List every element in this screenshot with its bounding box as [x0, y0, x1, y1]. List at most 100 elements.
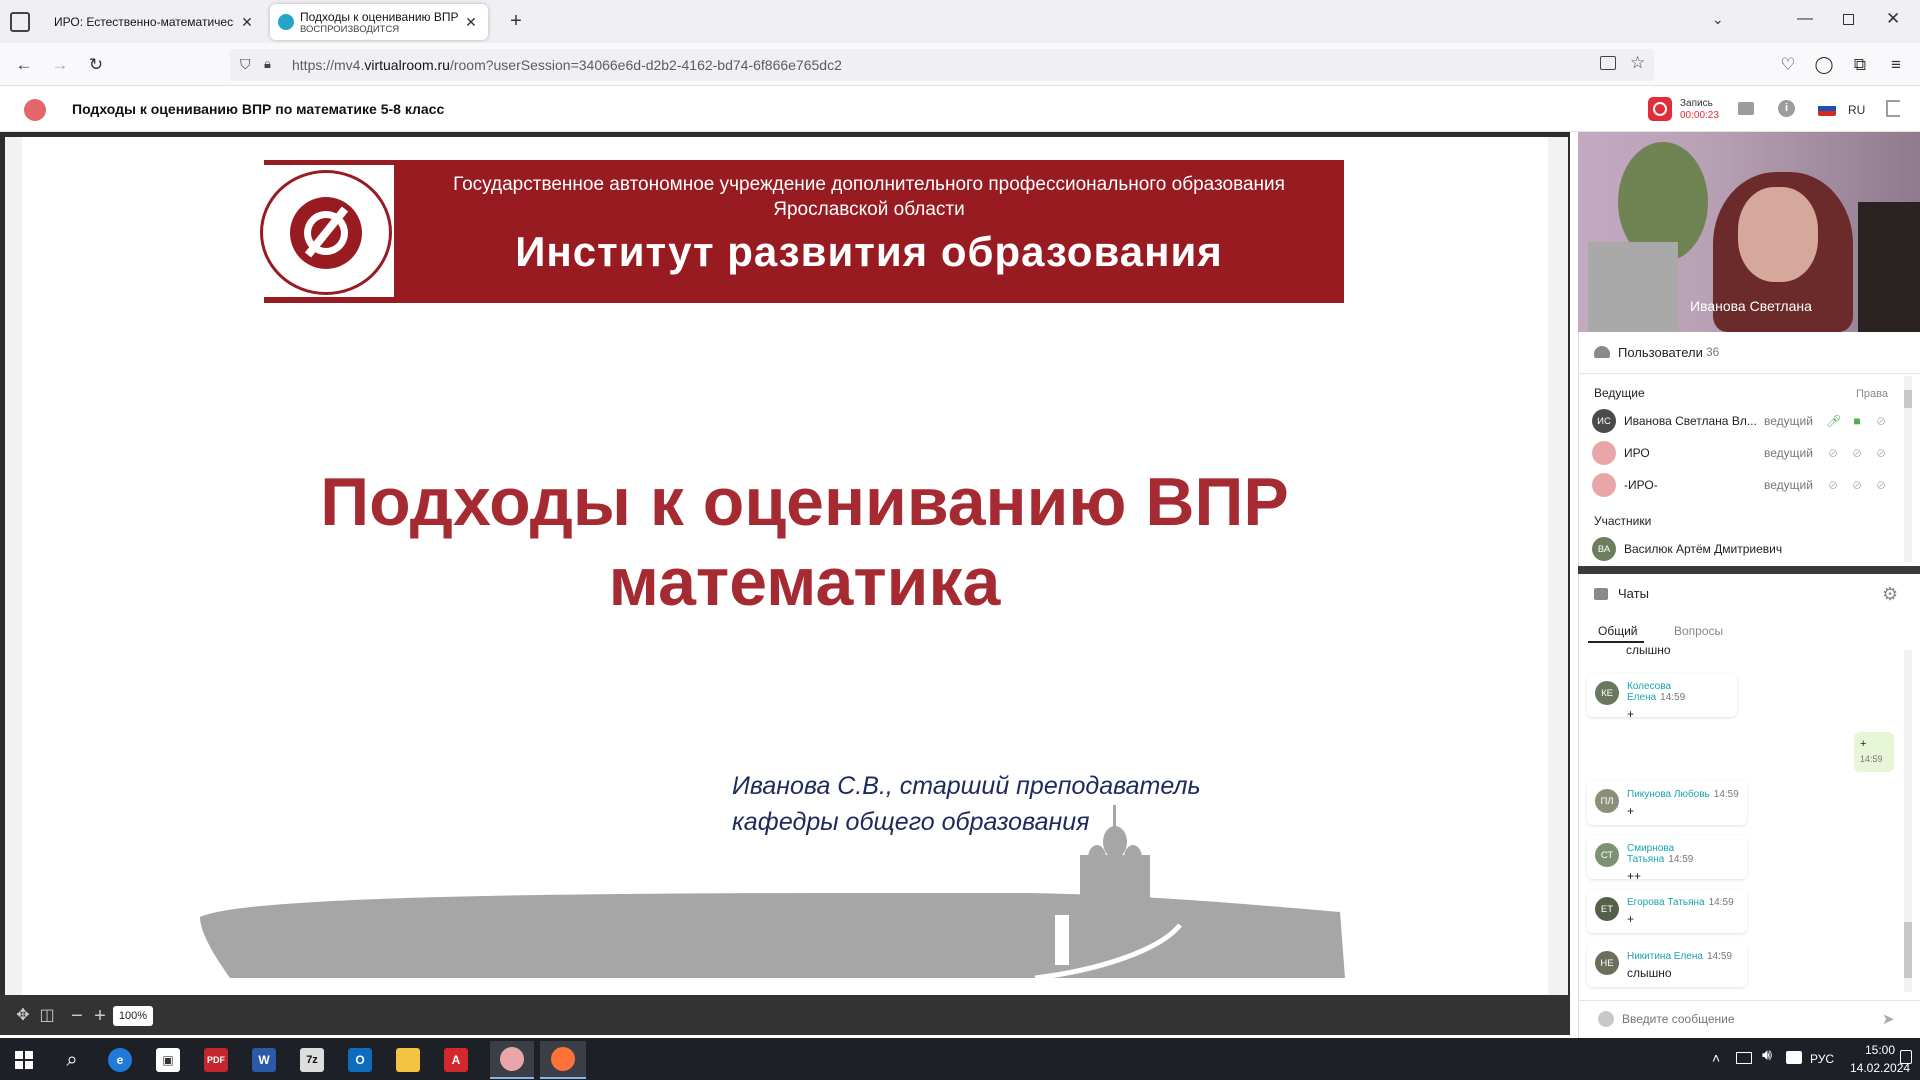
participant-row[interactable]: ВА Василюк Артём Дмитриевич: [1592, 534, 1912, 564]
emoji-icon[interactable]: [1598, 1011, 1614, 1027]
notification-icon[interactable]: [1900, 1050, 1912, 1064]
record-label: Запись: [1680, 98, 1713, 109]
screen-share-off-icon[interactable]: ⊘: [1874, 478, 1888, 492]
new-tab-icon[interactable]: +: [505, 10, 527, 32]
chat-input[interactable]: [1622, 1008, 1872, 1030]
minimize-icon[interactable]: —: [1797, 10, 1813, 28]
screen-share-icon[interactable]: [1600, 56, 1616, 70]
message-text: +: [1627, 804, 1635, 818]
tab-overflow-chevron-icon[interactable]: ⌄: [1712, 11, 1724, 28]
host-row[interactable]: -ИРО- ведущий ⊘ ⊘ ⊘: [1592, 470, 1912, 500]
language-label[interactable]: RU: [1848, 103, 1865, 117]
chat-scrollbar[interactable]: [1904, 650, 1912, 992]
screen-share-off-icon[interactable]: ⊘: [1874, 446, 1888, 460]
extensions-icon[interactable]: ⧉: [1848, 53, 1872, 77]
zoom-out-icon[interactable]: −: [68, 1006, 86, 1026]
url-prefix: https://mv4.: [292, 57, 365, 73]
input-language[interactable]: РУС: [1810, 1052, 1834, 1066]
rights-label[interactable]: Права: [1856, 388, 1888, 400]
restore-icon[interactable]: [1843, 14, 1854, 25]
participants-label: Участники: [1594, 514, 1652, 528]
presentation-toolbar: [0, 995, 1570, 1035]
reload-icon[interactable]: ↻: [84, 53, 108, 77]
send-icon[interactable]: ➤: [1882, 1010, 1895, 1028]
chat-partial-message: слышно: [1626, 643, 1671, 657]
camera-off-icon[interactable]: ⊘: [1850, 446, 1864, 460]
move-icon[interactable]: ✥: [14, 1007, 32, 1025]
chat-header[interactable]: Чаты: [1618, 586, 1649, 601]
sender-name: Никитина Елена: [1627, 951, 1703, 962]
user-name: Иванова Светлана Вл...: [1624, 414, 1757, 428]
user-name: Василюк Артём Дмитриевич: [1624, 542, 1783, 556]
exit-icon[interactable]: [1886, 100, 1900, 117]
search-icon[interactable]: ⌕: [50, 1041, 94, 1079]
message-time: 14:59: [1706, 951, 1732, 962]
bookmark-star-icon[interactable]: ☆: [1630, 53, 1645, 73]
folder-icon[interactable]: [1738, 102, 1754, 115]
lock-icon[interactable]: 🔒︎: [264, 56, 271, 72]
browser-nav-bar: ← → ↻ ⛉ 🔒︎ https://mv4.virtualroom.ru/ro…: [0, 43, 1920, 86]
acrobat-icon[interactable]: A: [434, 1041, 478, 1079]
word-icon[interactable]: W: [242, 1041, 286, 1079]
url-text[interactable]: https://mv4.virtualroom.ru/room?userSess…: [292, 57, 842, 73]
avatar: НЕ: [1595, 951, 1619, 975]
shield-icon[interactable]: ⛉: [240, 56, 251, 73]
microphone-off-icon[interactable]: ⊘: [1826, 478, 1840, 492]
camera-icon[interactable]: ■: [1850, 414, 1864, 428]
tab-playing-status: ВОСПРОИЗВОДИТСЯ: [300, 23, 400, 35]
tab-virtualroom[interactable]: Подходы к оцениванию ВПР по ВОСПРОИЗВОДИ…: [270, 4, 488, 40]
menu-icon[interactable]: ≡: [1884, 53, 1908, 77]
record-icon[interactable]: [1648, 97, 1672, 121]
russian-flag-icon[interactable]: [1818, 101, 1836, 116]
firefox-icon[interactable]: [540, 1041, 586, 1079]
microphone-off-icon[interactable]: ⊘: [1826, 446, 1840, 460]
outlook-icon[interactable]: O: [338, 1041, 382, 1079]
camera-off-icon[interactable]: ⊘: [1850, 478, 1864, 492]
close-icon[interactable]: ✕: [238, 13, 256, 31]
account-icon[interactable]: ◯: [1812, 53, 1836, 77]
tab-questions[interactable]: Вопросы: [1674, 624, 1723, 638]
chat-message: НЕ Никитина Елена 14:59 слышно: [1587, 943, 1747, 987]
edge-icon[interactable]: e: [98, 1041, 142, 1079]
tab-general[interactable]: Общий: [1598, 624, 1638, 638]
message-text: +: [1627, 707, 1635, 721]
clock-time[interactable]: 15:00: [1865, 1043, 1895, 1057]
banner-title: Институт развития образования: [515, 228, 1223, 275]
7zip-icon[interactable]: 7z: [290, 1041, 334, 1079]
start-button[interactable]: [2, 1041, 46, 1079]
slide-title-line2: математика: [608, 544, 1001, 620]
gear-icon[interactable]: ⚙: [1882, 584, 1898, 605]
city-skyline-decoration: [200, 805, 1345, 980]
forward-icon[interactable]: →: [48, 53, 72, 77]
close-window-icon[interactable]: ✕: [1886, 9, 1900, 29]
panel-splitter[interactable]: [1578, 566, 1920, 574]
message-icon[interactable]: [1786, 1051, 1802, 1064]
app-logo-icon[interactable]: [24, 99, 46, 121]
url-bar[interactable]: ⛉ 🔒︎ https://mv4.virtualroom.ru/room?use…: [230, 49, 1654, 81]
microphone-icon[interactable]: 🎤︎: [1826, 414, 1841, 428]
back-icon[interactable]: ←: [12, 53, 36, 77]
volume-icon[interactable]: 🔊︎: [1762, 1047, 1772, 1065]
pocket-icon[interactable]: ♡: [1776, 53, 1800, 77]
screen-share-off-icon[interactable]: ⊘: [1874, 414, 1888, 428]
tab-list-icon[interactable]: [10, 12, 30, 32]
tray-chevron-icon[interactable]: ˄: [1712, 1050, 1720, 1066]
zoom-in-icon[interactable]: +: [91, 1006, 109, 1026]
file-explorer-icon[interactable]: [386, 1041, 430, 1079]
network-icon[interactable]: [1736, 1052, 1752, 1064]
users-header[interactable]: Пользователи: [1618, 345, 1703, 360]
virtualroom-app-icon[interactable]: [490, 1041, 534, 1079]
host-row[interactable]: ИРО ведущий ⊘ ⊘ ⊘: [1592, 438, 1912, 468]
tab-iro[interactable]: ИРО: Естественно-математически ✕: [42, 4, 264, 40]
video-face: [1738, 187, 1818, 282]
fit-width-icon[interactable]: ◫: [38, 1007, 56, 1025]
presenter-name: Иванова Светлана: [1690, 298, 1812, 314]
host-row[interactable]: ИС Иванова Светлана Вл... ведущий 🎤︎ ■ ⊘: [1592, 406, 1912, 436]
close-icon[interactable]: ✕: [462, 13, 480, 31]
chat-message: ПЛ Пикунова Любовь 14:59 +: [1587, 781, 1747, 825]
zoom-level[interactable]: 100%: [113, 1006, 153, 1026]
users-scrollbar[interactable]: [1904, 376, 1912, 562]
info-icon[interactable]: i: [1778, 100, 1795, 117]
pdf-viewer-icon[interactable]: PDF: [194, 1041, 238, 1079]
store-icon[interactable]: ▣: [146, 1041, 190, 1079]
